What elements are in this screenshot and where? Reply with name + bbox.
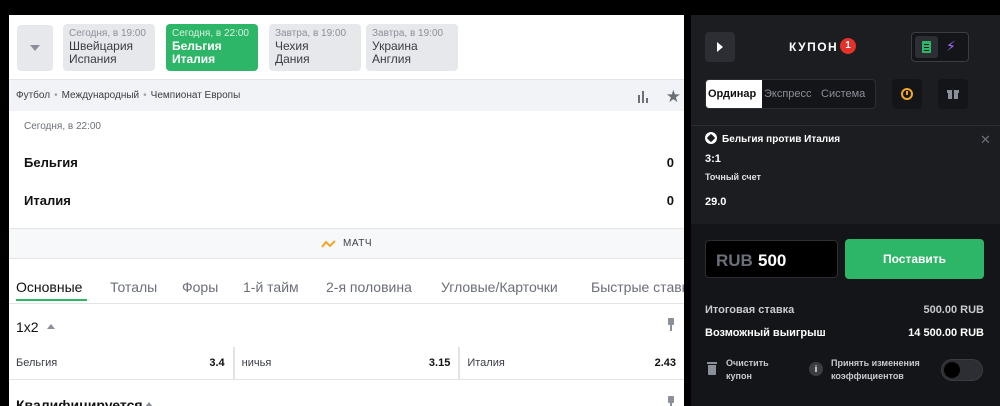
match-card-team2: Италия: [172, 52, 216, 66]
chevron-up-icon: [145, 402, 153, 406]
soccer-ball-icon: [705, 132, 717, 144]
match-switcher: Сегодня, в 19:00 Швейцария Испания Сегод…: [9, 15, 684, 79]
lightning-icon[interactable]: ⚡: [946, 39, 956, 53]
coupon-mode-list-button[interactable]: [915, 36, 938, 58]
odd-draw[interactable]: ничья 3.15: [234, 347, 459, 379]
breadcrumb-league[interactable]: Чемпионат Европы: [151, 90, 241, 101]
team1-name: Бельгия: [24, 155, 78, 170]
match-card-team2: Дания: [275, 52, 310, 66]
play-icon: [717, 42, 723, 52]
wave-icon: [321, 239, 336, 248]
bet-odds: 29.0: [705, 196, 727, 208]
collapse-coupon-button[interactable]: [705, 32, 735, 62]
close-icon[interactable]: ✕: [980, 133, 991, 146]
market-qualify-header[interactable]: Квалифицируется: [9, 379, 684, 406]
chevron-down-icon: [30, 45, 40, 51]
odd-label: Бельгия: [16, 357, 58, 369]
history-button[interactable]: [892, 79, 922, 109]
total-stake-value: 500.00 RUB: [923, 304, 984, 316]
market-tabs: Основные Тоталы Форы 1-й тайм 2-я полови…: [9, 259, 684, 303]
trash-icon[interactable]: [707, 362, 717, 375]
tab-main[interactable]: Основные: [16, 279, 82, 295]
match-dropdown-button[interactable]: [17, 25, 53, 71]
possible-win-value: 14 500.00 RUB: [908, 327, 984, 339]
pin-icon[interactable]: [666, 396, 676, 406]
clock-icon: [901, 88, 913, 100]
stake-currency: RUB: [716, 251, 753, 270]
chevron-up-icon: [47, 324, 55, 329]
tab-quick-bets[interactable]: Быстрые ставки: [591, 279, 684, 295]
odd-value: 3.4: [209, 357, 225, 369]
stake-area: RUB 500 Поставить Итоговая ставка 500.00…: [691, 224, 1000, 406]
accept-odds-changes-toggle[interactable]: [941, 359, 983, 381]
odd-away[interactable]: Италия 2.43: [460, 347, 684, 379]
breadcrumb-separator: •: [143, 90, 147, 101]
odd-value: 3.15: [428, 357, 451, 369]
divider: [691, 125, 1000, 126]
active-tab-indicator: [16, 299, 87, 301]
breadcrumb: Футбол • Международный • Чемпионат Европ…: [9, 79, 684, 111]
match-label-text: МАТЧ: [343, 238, 372, 249]
tab-single[interactable]: Ординар: [706, 80, 762, 108]
coupon-mode-toggle: ⚡: [911, 32, 969, 62]
match-card-team2: Англия: [372, 52, 411, 66]
info-icon[interactable]: i: [809, 362, 823, 376]
odd-home[interactable]: Бельгия 3.4: [9, 347, 233, 379]
tab-first-half[interactable]: 1-й тайм: [243, 279, 299, 295]
breadcrumb-region[interactable]: Международный: [62, 90, 140, 101]
tab-system[interactable]: Система: [821, 88, 865, 100]
event-panel: Сегодня, в 19:00 Швейцария Испания Сегод…: [9, 15, 684, 406]
odd-value: 2.43: [654, 357, 677, 369]
star-icon[interactable]: ★: [666, 88, 681, 105]
place-bet-button[interactable]: Поставить: [845, 239, 984, 279]
market-1x2-odds: Бельгия 3.4 ничья 3.15 Италия 2.43: [9, 347, 684, 379]
total-stake-label: Итоговая ставка: [705, 304, 795, 316]
accept-odds-changes-label: Принять изменения коэффициентов: [831, 358, 920, 381]
event-date: Сегодня, в 22:00: [24, 121, 101, 132]
bet-event-name: Бельгия против Италия: [722, 134, 841, 145]
tab-handicaps[interactable]: Форы: [182, 279, 218, 295]
bet-type-tabs: Ординар Экспресс Система: [705, 79, 876, 109]
stake-value: 500: [758, 251, 787, 270]
match-card-ukraine-england[interactable]: Завтра, в 19:00 Украина Англия: [366, 24, 458, 71]
coupon-title: КУПОН: [789, 40, 839, 54]
match-stats-toggle[interactable]: МАТЧ: [9, 228, 684, 259]
team2-score: 0: [666, 193, 674, 208]
market-title: Квалифицируется: [16, 397, 143, 406]
team2-name: Италия: [24, 193, 71, 208]
pin-icon[interactable]: [666, 318, 676, 332]
market-title: 1x2: [16, 319, 39, 335]
match-card-czech-denmark[interactable]: Завтра, в 19:00 Чехия Дания: [269, 24, 361, 71]
possible-win-label: Возможный выигрыш: [705, 327, 826, 339]
tab-express[interactable]: Экспресс: [764, 88, 812, 100]
gift-icon: [947, 88, 959, 99]
app-root: Сегодня, в 19:00 Швейцария Испания Сегод…: [0, 0, 1000, 406]
stats-icon[interactable]: [637, 89, 652, 103]
match-card-belgium-italy[interactable]: Сегодня, в 22:00 Бельгия Италия: [166, 24, 258, 71]
bet-outcome: 3:1: [705, 153, 721, 165]
breadcrumb-sport[interactable]: Футбол: [16, 90, 50, 101]
scoreboard: Сегодня, в 22:00 Бельгия 0 Италия 0: [9, 111, 684, 228]
odd-label: ничья: [241, 357, 272, 369]
match-card-switzerland-spain[interactable]: Сегодня, в 19:00 Швейцария Испания: [63, 24, 155, 71]
clear-coupon-button[interactable]: Очистить купон: [726, 357, 786, 383]
coupon-count-badge: 1: [840, 38, 856, 54]
event-actions: ★: [637, 80, 684, 112]
team1-score: 0: [666, 155, 674, 170]
bet-market: Точный счет: [705, 172, 761, 182]
market-1x2-header[interactable]: 1x2: [9, 303, 684, 347]
odd-label: Италия: [467, 357, 505, 369]
breadcrumb-separator: •: [54, 90, 58, 101]
document-icon: [922, 41, 931, 53]
coupon-panel: КУПОН 1 ⚡ Ординар Экспресс Система Бельг…: [691, 15, 1000, 406]
stake-input[interactable]: RUB 500: [705, 240, 838, 278]
tab-corners-cards[interactable]: Угловые/Карточки: [441, 279, 558, 295]
tab-totals[interactable]: Тоталы: [110, 279, 157, 295]
bonus-button[interactable]: [938, 79, 968, 109]
tab-second-half[interactable]: 2-я половина: [326, 279, 412, 295]
match-card-team2: Испания: [69, 52, 117, 66]
